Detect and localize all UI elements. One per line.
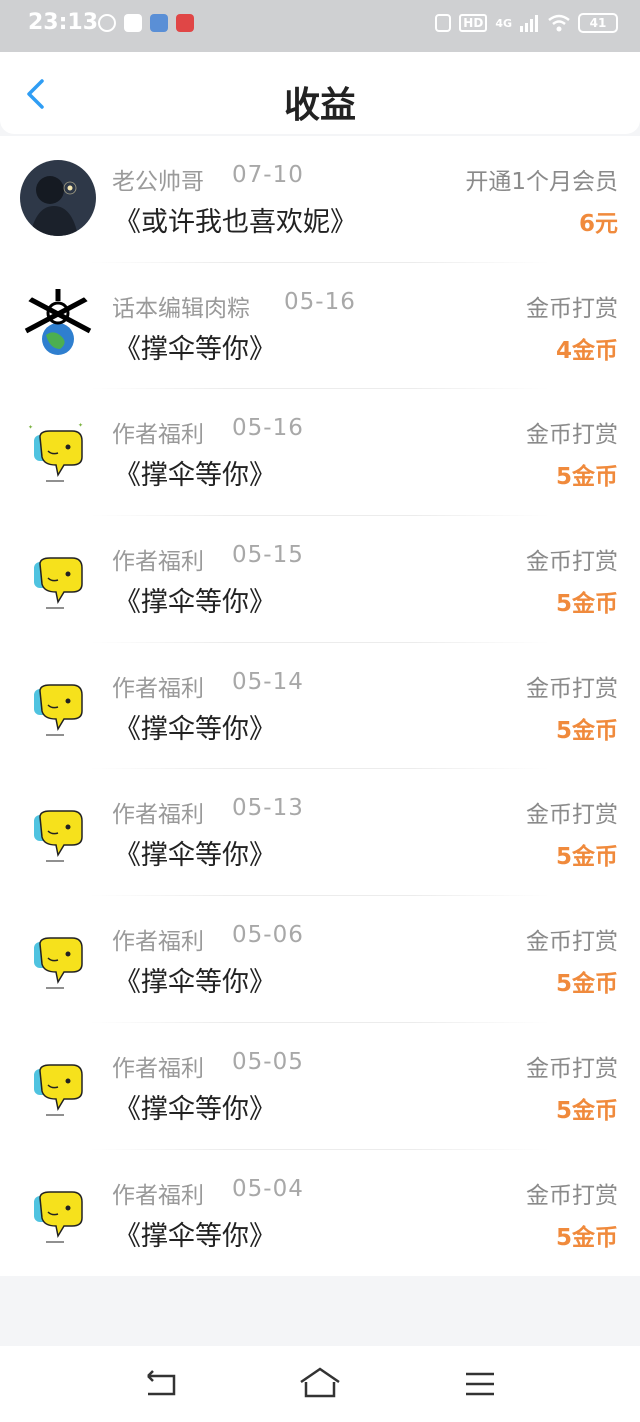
reward-amount: 5金币	[555, 1097, 618, 1124]
book-title: 《撑伞等你》	[114, 1093, 276, 1125]
earnings-item[interactable]: ✦ ✦ 作者福利 05-16 《撑伞等你》 金币打赏 5金币	[0, 389, 640, 517]
signal-icon	[520, 15, 538, 32]
book-title: 《撑伞等你》	[114, 333, 276, 365]
reward-amount: 5金币	[555, 591, 618, 618]
reward-type: 金币打赏	[526, 549, 618, 576]
earnings-item[interactable]: 作者福利 05-14 《撑伞等你》 金币打赏 5金币	[0, 643, 640, 770]
item-date: 05-06	[232, 922, 304, 949]
item-date: 07-10	[232, 162, 304, 188]
status-indicators: HD 4G 41	[435, 13, 618, 33]
location-app-icon	[176, 14, 194, 32]
svg-text:✦: ✦	[28, 424, 33, 431]
sender-name: 老公帅哥	[112, 169, 204, 195]
status-time: 23:13	[28, 10, 99, 35]
avatar	[20, 1173, 96, 1250]
network-label: 4G	[495, 16, 512, 30]
reward-type: 金币打赏	[526, 1055, 618, 1082]
earnings-list: 老公帅哥 07-10 《或许我也喜欢妮》 开通1个月会员 6元 话本编辑肉粽 0…	[0, 136, 640, 1277]
earnings-item[interactable]: 作者福利 05-04 《撑伞等你》 金币打赏 5金币	[0, 1150, 640, 1277]
sender-name: 作者福利	[112, 802, 204, 829]
item-date: 05-05	[232, 1048, 304, 1075]
avatar	[20, 540, 96, 617]
reward-type: 金币打赏	[526, 1182, 618, 1209]
sender-name: 作者福利	[112, 422, 204, 449]
earnings-item[interactable]: 话本编辑肉粽 05-16 《撑伞等你》 金币打赏 4金币	[0, 263, 640, 390]
reward-type: 金币打赏	[526, 295, 618, 322]
app-notification-icon	[150, 14, 168, 32]
item-date: 05-15	[232, 542, 304, 569]
book-title: 《撑伞等你》	[114, 1220, 276, 1252]
avatar	[20, 160, 96, 236]
page-title: 收益	[283, 85, 356, 126]
book-title: 《撑伞等你》	[114, 587, 276, 619]
sync-icon	[98, 14, 116, 32]
system-nav-bar	[0, 1346, 640, 1422]
avatar	[20, 1046, 96, 1123]
reward-type: 金币打赏	[526, 929, 618, 956]
book-title: 《撑伞等你》	[114, 840, 276, 872]
sender-name: 作者福利	[112, 1182, 204, 1209]
reward-amount: 5金币	[555, 1224, 618, 1251]
hd-icon: HD	[459, 14, 488, 32]
reward-type: 金币打赏	[526, 422, 618, 449]
earnings-item[interactable]: 作者福利 05-13 《撑伞等你》 金币打赏 5金币	[0, 769, 640, 897]
nav-home-icon[interactable]	[298, 1364, 342, 1404]
earnings-item[interactable]: 作者福利 05-06 《撑伞等你》 金币打赏 5金币	[0, 896, 640, 1023]
sender-name: 话本编辑肉粽	[112, 295, 250, 322]
reward-amount: 6元	[578, 211, 618, 237]
page-header: 收益	[0, 52, 640, 134]
avatar	[20, 920, 96, 997]
status-bar: 23:13 HD 4G 41	[0, 0, 640, 52]
reward-amount: 5金币	[555, 464, 618, 491]
avatar	[20, 666, 96, 743]
nav-menu-icon[interactable]	[458, 1364, 502, 1404]
book-title: 《撑伞等你》	[114, 967, 276, 999]
item-date: 05-16	[232, 415, 304, 442]
item-date: 05-04	[232, 1175, 304, 1202]
reward-amount: 5金币	[555, 717, 618, 744]
sender-name: 作者福利	[112, 1055, 204, 1082]
reward-type: 金币打赏	[526, 802, 618, 829]
avatar: ✦ ✦	[20, 413, 96, 490]
book-title: 《撑伞等你》	[114, 713, 276, 745]
reward-amount: 4金币	[555, 337, 618, 364]
nav-back-icon[interactable]	[140, 1364, 184, 1404]
vibrate-icon	[435, 14, 452, 32]
reward-type: 开通1个月会员	[465, 169, 618, 195]
earnings-item[interactable]: 作者福利 05-05 《撑伞等你》 金币打赏 5金币	[0, 1023, 640, 1150]
wifi-icon	[548, 14, 570, 32]
avatar	[20, 286, 96, 363]
mail-icon	[124, 14, 142, 32]
sender-name: 作者福利	[112, 675, 204, 702]
sender-name: 作者福利	[112, 549, 204, 576]
reward-amount: 5金币	[555, 971, 618, 998]
item-date: 05-13	[232, 795, 304, 822]
reward-type: 金币打赏	[526, 675, 618, 702]
item-date: 05-14	[232, 668, 304, 695]
item-date: 05-16	[284, 288, 356, 315]
avatar	[20, 793, 96, 870]
book-title: 《撑伞等你》	[114, 460, 276, 492]
svg-text:✦: ✦	[78, 422, 83, 429]
book-title: 《或许我也喜欢妮》	[114, 207, 357, 238]
battery-icon: 41	[578, 13, 618, 33]
sender-name: 作者福利	[112, 929, 204, 956]
earnings-item[interactable]: 老公帅哥 07-10 《或许我也喜欢妮》 开通1个月会员 6元	[0, 136, 640, 263]
reward-amount: 5金币	[555, 844, 618, 871]
notification-icons	[98, 14, 194, 32]
earnings-item[interactable]: 作者福利 05-15 《撑伞等你》 金币打赏 5金币	[0, 516, 640, 643]
